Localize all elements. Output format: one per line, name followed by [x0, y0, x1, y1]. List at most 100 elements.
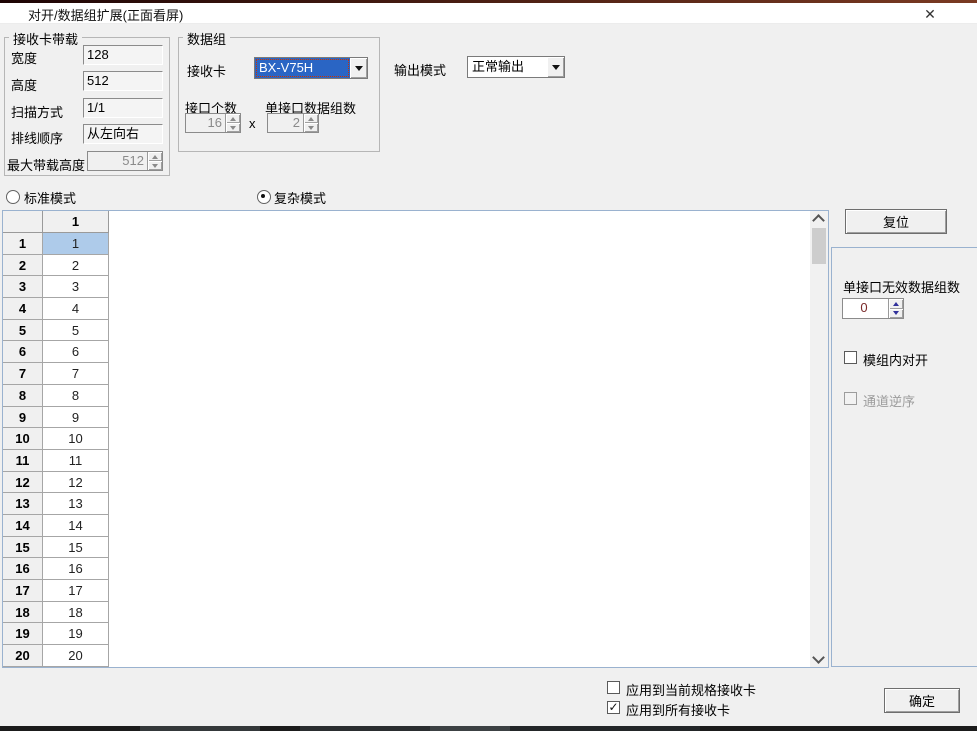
row-header[interactable]: 1: [3, 233, 43, 255]
invalid-groups-label: 单接口无效数据组数: [843, 277, 960, 296]
table-row: 33: [3, 276, 109, 298]
spin-up-icon: [148, 152, 162, 161]
table-row: 66: [3, 341, 109, 363]
ok-button[interactable]: 确定: [884, 688, 960, 713]
standard-mode-radio[interactable]: [6, 190, 20, 204]
max-height-spinner: 512: [87, 151, 163, 171]
cable-order-field[interactable]: 从左向右: [83, 124, 163, 144]
row-header[interactable]: 11: [3, 450, 43, 472]
table-cell[interactable]: 6: [43, 341, 109, 363]
table-cell[interactable]: 13: [43, 493, 109, 515]
table-cell[interactable]: 14: [43, 515, 109, 537]
table-cell[interactable]: 7: [43, 363, 109, 385]
scan-mode-label: 扫描方式: [11, 102, 63, 121]
table-cell[interactable]: 8: [43, 385, 109, 407]
row-header[interactable]: 13: [3, 493, 43, 515]
table-cell[interactable]: 9: [43, 407, 109, 429]
titlebar: 对开/数据组扩展(正面看屏) ✕: [0, 3, 977, 24]
table-corner-cell: [3, 211, 43, 233]
window-title: 对开/数据组扩展(正面看屏): [28, 5, 183, 24]
spin-down-icon: [226, 123, 240, 132]
table-row: 2020: [3, 645, 109, 667]
table-row: 99: [3, 407, 109, 429]
chevron-down-icon[interactable]: [547, 57, 564, 77]
table-row: 1616: [3, 558, 109, 580]
spin-down-icon[interactable]: [889, 309, 903, 319]
receive-card-label: 接收卡: [187, 61, 226, 80]
standard-mode-label: 标准模式: [24, 188, 76, 207]
table-cell[interactable]: 3: [43, 276, 109, 298]
cable-order-label: 排线顺序: [11, 128, 63, 147]
table-cell[interactable]: 5: [43, 320, 109, 342]
row-header[interactable]: 2: [3, 255, 43, 277]
output-mode-combobox[interactable]: 正常输出: [467, 56, 565, 78]
row-header[interactable]: 17: [3, 580, 43, 602]
reset-button[interactable]: 复位: [845, 209, 947, 234]
table-cell[interactable]: 17: [43, 580, 109, 602]
row-header[interactable]: 12: [3, 472, 43, 494]
module-split-label: 模组内对开: [863, 350, 928, 369]
spin-up-icon[interactable]: [889, 299, 903, 309]
channel-reverse-label: 通道逆序: [863, 391, 915, 410]
spin-down-icon: [148, 161, 162, 170]
table-cell[interactable]: 18: [43, 602, 109, 624]
apply-all-checkbox[interactable]: ✓: [607, 701, 620, 714]
chevron-down-icon[interactable]: [350, 58, 367, 78]
row-header[interactable]: 15: [3, 537, 43, 559]
row-header[interactable]: 19: [3, 623, 43, 645]
table-cell[interactable]: 4: [43, 298, 109, 320]
close-icon[interactable]: ✕: [914, 5, 946, 23]
module-split-checkbox[interactable]: [844, 351, 857, 364]
row-header[interactable]: 5: [3, 320, 43, 342]
row-header[interactable]: 16: [3, 558, 43, 580]
table-row: 1515: [3, 537, 109, 559]
scan-mode-field[interactable]: 1/1: [83, 98, 163, 118]
table-row: 1212: [3, 472, 109, 494]
row-header[interactable]: 7: [3, 363, 43, 385]
table-row: 1111: [3, 450, 109, 472]
row-header[interactable]: 6: [3, 341, 43, 363]
invalid-groups-spinner[interactable]: 0: [842, 298, 904, 319]
table-cell[interactable]: 1: [43, 233, 109, 255]
table-row: 77: [3, 363, 109, 385]
row-header[interactable]: 14: [3, 515, 43, 537]
scrollbar-thumb[interactable]: [812, 228, 826, 264]
apply-current-checkbox[interactable]: [607, 681, 620, 694]
apply-all-label: 应用到所有接收卡: [626, 700, 730, 719]
spin-up-icon: [304, 114, 318, 123]
vertical-scrollbar[interactable]: [810, 211, 828, 667]
table-row: 44: [3, 298, 109, 320]
row-header[interactable]: 4: [3, 298, 43, 320]
table-cell[interactable]: 11: [43, 450, 109, 472]
grid-rows: 1122334455667788991010111112121313141415…: [3, 233, 109, 667]
row-header[interactable]: 9: [3, 407, 43, 429]
table-cell[interactable]: 2: [43, 255, 109, 277]
row-header[interactable]: 18: [3, 602, 43, 624]
complex-mode-radio[interactable]: [257, 190, 271, 204]
table-row: 11: [3, 233, 109, 255]
row-header[interactable]: 8: [3, 385, 43, 407]
table-cell[interactable]: 12: [43, 472, 109, 494]
table-row: 1313: [3, 493, 109, 515]
scroll-down-icon[interactable]: [812, 651, 825, 664]
table-row: 55: [3, 320, 109, 342]
row-header[interactable]: 3: [3, 276, 43, 298]
scroll-up-icon[interactable]: [812, 214, 825, 227]
group-card-load: 接收卡带载 宽度 128 高度 512 扫描方式 1/1 排线顺序 从左向右 最…: [4, 37, 170, 176]
output-mode-value: 正常输出: [468, 57, 547, 77]
table-column-header[interactable]: 1: [43, 211, 109, 233]
receive-card-combobox[interactable]: BX-V75H: [254, 57, 368, 79]
apply-current-label: 应用到当前规格接收卡: [626, 680, 756, 699]
height-field[interactable]: 512: [83, 71, 163, 91]
table-cell[interactable]: 10: [43, 428, 109, 450]
table-cell[interactable]: 15: [43, 537, 109, 559]
width-field[interactable]: 128: [83, 45, 163, 65]
row-header[interactable]: 20: [3, 645, 43, 667]
table-cell[interactable]: 19: [43, 623, 109, 645]
table-cell[interactable]: 16: [43, 558, 109, 580]
table-cell[interactable]: 20: [43, 645, 109, 667]
row-header[interactable]: 10: [3, 428, 43, 450]
mapping-table: 1 11223344556677889910101111121213131414…: [2, 210, 829, 668]
receive-card-value: BX-V75H: [255, 58, 350, 78]
table-row: 22: [3, 255, 109, 277]
